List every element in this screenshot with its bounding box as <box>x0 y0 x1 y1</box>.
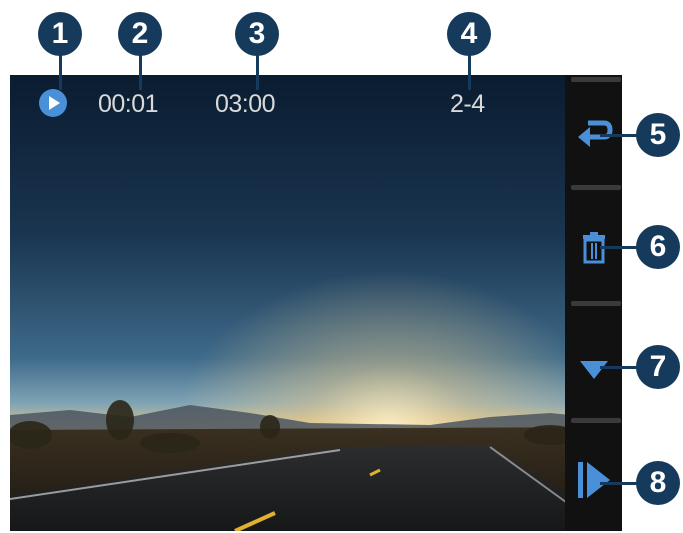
sidebar-divider <box>571 418 621 423</box>
elapsed-time: 00:01 <box>98 90 159 118</box>
triangle-down-icon <box>579 361 608 379</box>
osd-overlay: 00:01 03:00 2-4 <box>10 75 622 531</box>
next-file-button[interactable] <box>565 325 622 415</box>
callout-1: 1 <box>38 12 82 56</box>
callout-leader <box>600 134 638 137</box>
callout-leader <box>468 52 471 90</box>
callout-leader <box>600 482 638 485</box>
play-button[interactable] <box>565 435 622 525</box>
callout-4: 4 <box>447 12 491 56</box>
callout-leader <box>600 246 638 249</box>
file-index: 2-4 <box>450 90 485 118</box>
callout-7: 7 <box>636 345 680 389</box>
callout-8: 8 <box>636 461 680 505</box>
callout-3: 3 <box>235 12 279 56</box>
total-time: 03:00 <box>215 90 276 118</box>
sidebar-divider <box>571 77 621 82</box>
callout-2: 2 <box>118 12 162 56</box>
callout-leader <box>600 366 638 369</box>
callout-leader <box>59 52 62 90</box>
callout-leader <box>139 52 142 90</box>
sidebar-divider <box>571 185 621 190</box>
callout-6: 6 <box>636 225 680 269</box>
callout-5: 5 <box>636 113 680 157</box>
video-playback-screen: 00:01 03:00 2-4 <box>10 75 622 531</box>
sidebar-divider <box>571 301 621 306</box>
back-button[interactable] <box>565 85 622 175</box>
callout-leader <box>256 52 259 90</box>
return-arrow-icon <box>577 120 613 147</box>
play-status-icon <box>38 88 68 118</box>
control-sidebar <box>565 75 622 531</box>
play-icon <box>577 462 610 498</box>
